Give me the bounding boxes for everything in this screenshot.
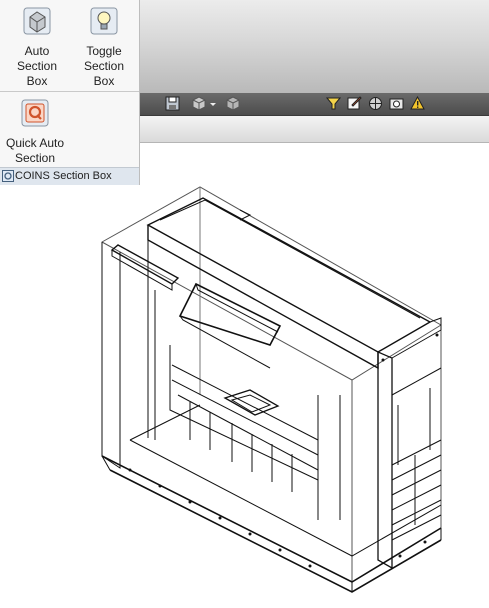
cube-icon (23, 7, 51, 35)
panel-title-bar: COINS Section Box (0, 167, 139, 185)
coins-section-box-panel: Auto Section Box Toggle Section Box Quic… (0, 0, 140, 185)
auto-section-box-label: Auto Section Box (16, 44, 58, 88)
panel-title: COINS Section Box (15, 170, 112, 182)
quick-auto-section-button[interactable]: Quick Auto Section (3, 98, 67, 166)
toggle-section-box-button[interactable]: Toggle Section Box (72, 6, 136, 89)
panel-divider (0, 91, 139, 92)
section-box-icon (2, 170, 14, 182)
quick-section-icon (21, 99, 49, 127)
toggle-section-box-label: Toggle Section Box (83, 44, 125, 88)
lightbulb-cube-icon (90, 7, 118, 35)
auto-section-box-button[interactable]: Auto Section Box (5, 6, 69, 89)
quick-auto-section-label: Quick Auto Section (5, 136, 65, 165)
